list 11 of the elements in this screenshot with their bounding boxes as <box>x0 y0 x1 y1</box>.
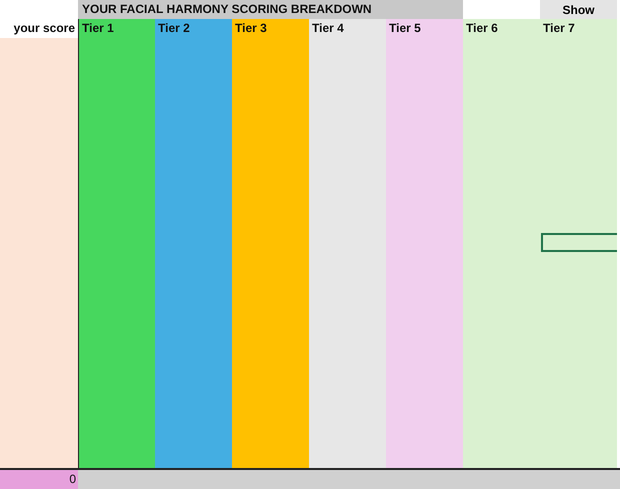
score-label: your score <box>0 19 78 38</box>
sheet-title: YOUR FACIAL HARMONY SCORING BREAKDOWN <box>78 0 463 19</box>
tier-label: Tier 1 <box>82 21 114 35</box>
score-value: 0 <box>0 468 78 489</box>
tier-label: Tier 7 <box>543 21 575 35</box>
tier-label: Tier 2 <box>158 21 190 35</box>
show-button[interactable]: Show <box>540 0 617 19</box>
tier-label: Tier 6 <box>466 21 498 35</box>
tier-label: Tier 4 <box>312 21 344 35</box>
tier-label: Tier 3 <box>235 21 267 35</box>
tier-label: Tier 5 <box>389 21 421 35</box>
